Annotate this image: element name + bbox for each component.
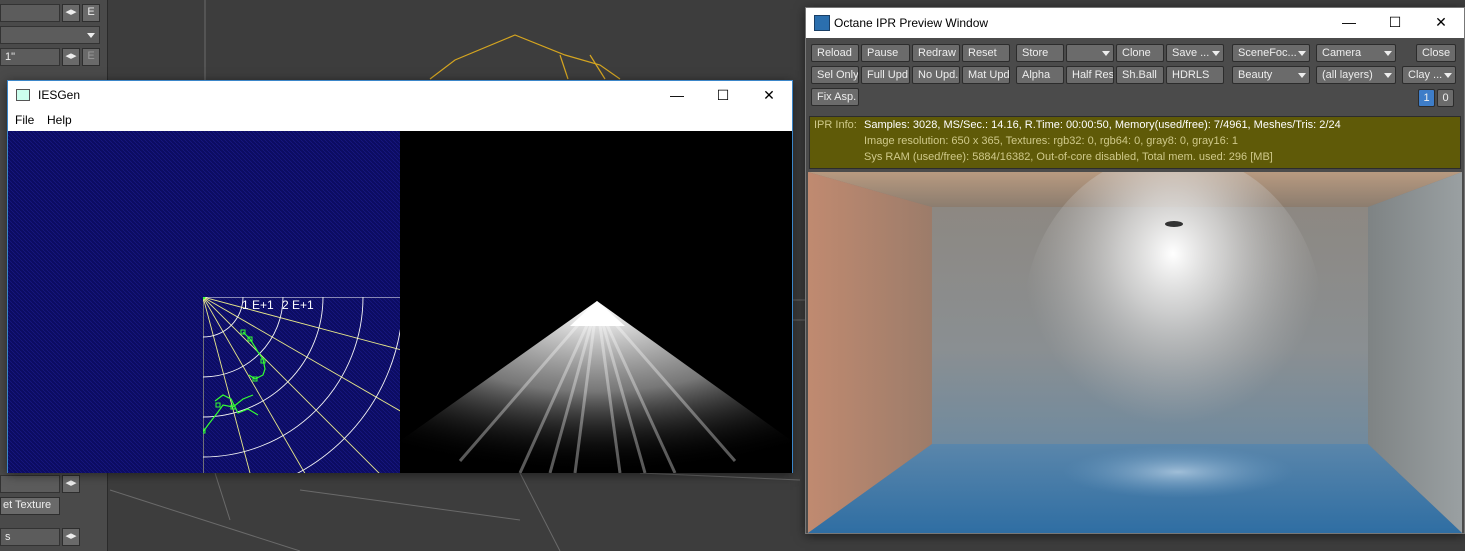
lw-dropdown[interactable] bbox=[0, 26, 100, 44]
polar-plot-graphic: 1 E+1 2 E+1 bbox=[8, 131, 400, 473]
chevron-down-icon bbox=[1384, 73, 1392, 78]
maximize-button[interactable]: ☐ bbox=[700, 81, 746, 110]
minimize-button[interactable]: — bbox=[654, 81, 700, 110]
octane-ipr-window: Octane IPR Preview Window — ☐ ✕ Reload P… bbox=[805, 7, 1465, 534]
menu-bar: File Help bbox=[8, 110, 792, 130]
mat-update-button[interactable]: Mat Upd bbox=[962, 66, 1010, 84]
info-label: IPR Info: bbox=[814, 119, 857, 131]
rendered-room-image bbox=[808, 172, 1462, 533]
gpu-1-toggle[interactable]: 1 bbox=[1418, 89, 1435, 107]
window-title: Octane IPR Preview Window bbox=[834, 16, 989, 30]
chevron-down-icon bbox=[1212, 51, 1220, 56]
light-cone-preview bbox=[400, 131, 792, 473]
lw-texture-button[interactable]: et Texture bbox=[0, 497, 60, 515]
maximize-button[interactable]: ☐ bbox=[1372, 8, 1418, 37]
ipr-info-panel: IPR Info: Samples: 3028, MS/Sec.: 14.16,… bbox=[809, 116, 1461, 169]
lw-arrows-button-2[interactable]: ◂▸ bbox=[62, 48, 80, 66]
info-line-samples: Samples: 3028, MS/Sec.: 14.16, R.Time: 0… bbox=[864, 119, 1341, 131]
window-title: IESGen bbox=[38, 88, 81, 102]
chevron-down-icon bbox=[1444, 73, 1452, 78]
close-button[interactable]: ✕ bbox=[746, 81, 792, 110]
lw-field-bottom[interactable]: s bbox=[0, 528, 60, 546]
polar-ring-label-2: 2 E+1 bbox=[282, 298, 314, 312]
camera-dropdown[interactable]: Camera bbox=[1316, 44, 1396, 62]
info-line-sysram: Sys RAM (used/free): 5884/16382, Out-of-… bbox=[864, 151, 1273, 163]
close-panel-button[interactable]: Close bbox=[1416, 44, 1456, 62]
redraw-button[interactable]: Redraw bbox=[912, 44, 960, 62]
pause-button[interactable]: Pause bbox=[861, 44, 910, 62]
lw-field-lower[interactable] bbox=[0, 475, 60, 493]
menu-help[interactable]: Help bbox=[47, 113, 72, 127]
fix-aspect-button[interactable]: Fix Asp. bbox=[811, 88, 859, 106]
info-line-resolution: Image resolution: 650 x 365, Textures: r… bbox=[864, 135, 1239, 147]
lw-envelope-button[interactable]: E bbox=[82, 4, 100, 22]
minimize-button[interactable]: — bbox=[1326, 8, 1372, 37]
no-update-button[interactable]: No Upd. bbox=[912, 66, 960, 84]
close-button[interactable]: ✕ bbox=[1418, 8, 1464, 37]
full-update-button[interactable]: Full Upd. bbox=[861, 66, 910, 84]
gpu-0-toggle[interactable]: 0 bbox=[1437, 89, 1454, 107]
light-cone-graphic bbox=[400, 301, 792, 473]
octane-titlebar[interactable]: Octane IPR Preview Window — ☐ ✕ bbox=[806, 8, 1464, 38]
lw-arrows-button-3[interactable]: ◂▸ bbox=[62, 475, 80, 493]
render-preview[interactable] bbox=[808, 172, 1462, 533]
menu-file[interactable]: File bbox=[15, 113, 34, 127]
reload-button[interactable]: Reload bbox=[811, 44, 859, 62]
lw-value-field[interactable]: 1" bbox=[0, 48, 60, 66]
octane-app-icon bbox=[814, 15, 830, 31]
layers-dropdown[interactable]: (all layers) bbox=[1316, 66, 1396, 84]
chevron-down-icon bbox=[1298, 51, 1306, 56]
hdrls-button[interactable]: HDRLS bbox=[1166, 66, 1224, 84]
iesgen-titlebar[interactable]: IESGen — ☐ ✕ bbox=[8, 81, 792, 110]
lw-arrows-button-4[interactable]: ◂▸ bbox=[62, 528, 80, 546]
chevron-down-icon bbox=[1384, 51, 1392, 56]
render-pass-dropdown[interactable]: Beauty bbox=[1232, 66, 1310, 84]
lw-arrows-button[interactable]: ◂▸ bbox=[62, 4, 80, 22]
half-res-button[interactable]: Half Res bbox=[1066, 66, 1114, 84]
app-icon bbox=[16, 89, 30, 101]
lw-envelope-button-2[interactable]: E bbox=[82, 48, 100, 66]
polar-ring-label-1: 1 E+1 bbox=[242, 298, 274, 312]
chevron-down-icon bbox=[1102, 51, 1110, 56]
save-dropdown[interactable]: Save ... bbox=[1166, 44, 1224, 62]
chevron-down-icon bbox=[1298, 73, 1306, 78]
clone-button[interactable]: Clone bbox=[1116, 44, 1164, 62]
shader-ball-button[interactable]: Sh.Ball bbox=[1116, 66, 1164, 84]
alpha-button[interactable]: Alpha bbox=[1016, 66, 1064, 84]
store-button[interactable]: Store bbox=[1016, 44, 1064, 62]
reset-button[interactable]: Reset bbox=[962, 44, 1010, 62]
clay-dropdown[interactable]: Clay ... bbox=[1402, 66, 1456, 84]
polar-candela-plot[interactable]: 1 E+1 2 E+1 bbox=[8, 131, 400, 473]
store-slot-dropdown[interactable] bbox=[1066, 44, 1114, 62]
lw-field-top[interactable] bbox=[0, 4, 60, 22]
scene-focus-dropdown[interactable]: SceneFoc... bbox=[1232, 44, 1310, 62]
iesgen-window: IESGen — ☐ ✕ File Help 1 E+1 2 E+1 bbox=[7, 80, 793, 473]
sel-only-button[interactable]: Sel Only bbox=[811, 66, 859, 84]
